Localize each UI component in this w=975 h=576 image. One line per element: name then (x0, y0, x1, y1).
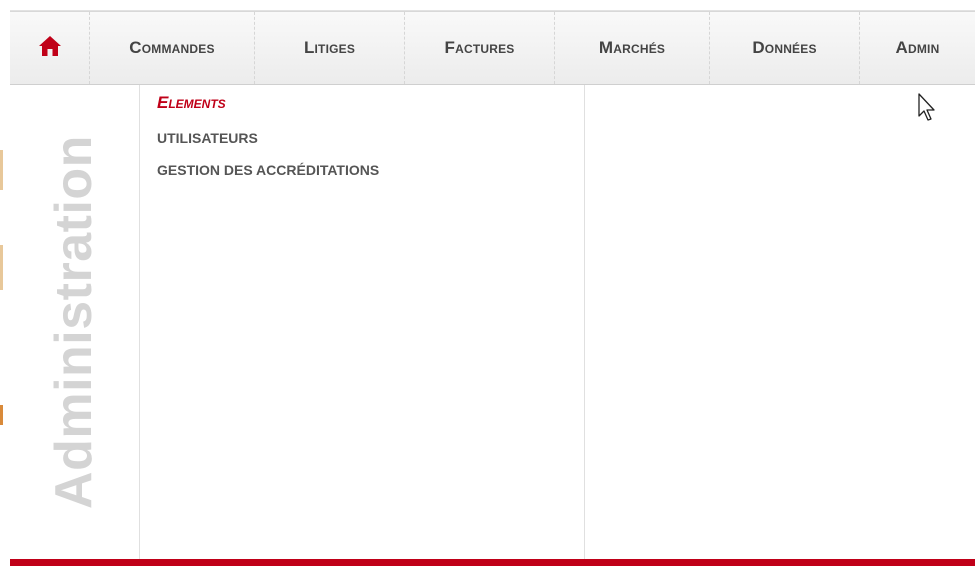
nav-litiges[interactable]: Litiges (255, 12, 405, 84)
mouse-cursor-icon (918, 93, 938, 128)
house-icon (38, 35, 62, 62)
section-title-column: Administration (10, 85, 140, 559)
dropdown-bottom-border (10, 559, 975, 566)
background-edge-fragment (0, 405, 3, 425)
nav-donnees[interactable]: Données (710, 12, 860, 84)
menu-link-elements[interactable]: Elements (157, 93, 226, 113)
background-edge-fragment (0, 245, 3, 290)
nav-marches[interactable]: Marchés (555, 12, 710, 84)
menu-links-column: Elements UTILISATEURS GESTION DES ACCRÉD… (140, 85, 585, 559)
menu-link-utilisateurs[interactable]: UTILISATEURS (157, 130, 258, 146)
main-nav: Commandes Litiges Factures Marchés Donné… (10, 11, 975, 85)
nav-home[interactable] (10, 12, 90, 84)
page: Commandes Litiges Factures Marchés Donné… (0, 0, 975, 576)
nav-commandes[interactable]: Commandes (90, 12, 255, 84)
admin-dropdown-menu: Administration Elements UTILISATEURS GES… (10, 85, 975, 559)
nav-admin[interactable]: Admin (860, 12, 975, 84)
section-title: Administration (45, 135, 103, 509)
background-edge-fragment (0, 150, 3, 190)
nav-factures[interactable]: Factures (405, 12, 555, 84)
menu-link-gestion-accreditations[interactable]: GESTION DES ACCRÉDITATIONS (157, 162, 379, 178)
